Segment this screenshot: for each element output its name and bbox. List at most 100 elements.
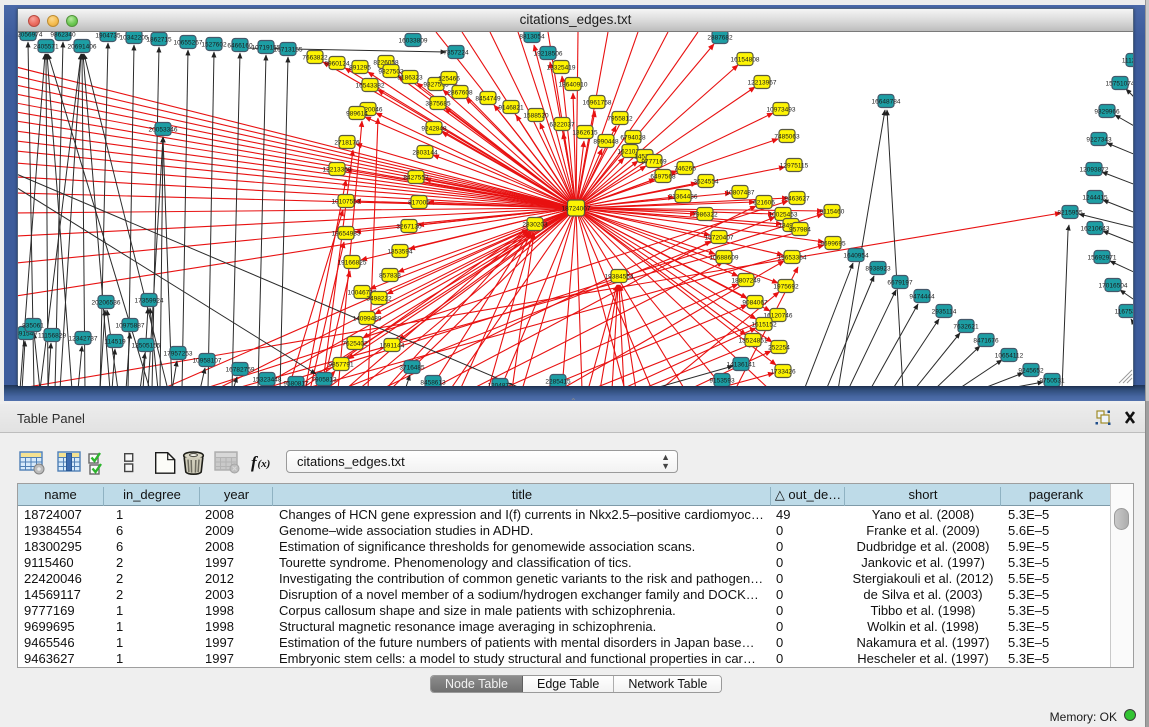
svg-text:9146821: 9146821 (498, 105, 524, 112)
svg-text:16033809: 16033809 (399, 38, 428, 45)
svg-text:9242848: 9242848 (421, 126, 447, 133)
svg-text:125466: 125466 (438, 76, 460, 83)
svg-text:1975692: 1975692 (773, 284, 799, 291)
svg-text:2867608: 2867608 (447, 90, 473, 97)
svg-text:18724007: 18724007 (562, 206, 591, 213)
svg-text:19218506: 19218506 (534, 51, 563, 58)
svg-text:15720407: 15720407 (705, 235, 734, 242)
svg-text:19166825: 19166825 (338, 260, 367, 267)
svg-text:2830203: 2830203 (522, 222, 548, 229)
svg-text:18640910: 18640910 (559, 82, 588, 89)
svg-text:14136141: 14136141 (727, 362, 756, 369)
svg-text:10973493: 10973493 (767, 107, 796, 114)
svg-text:8215955: 8215955 (1057, 210, 1083, 217)
svg-text:6497568: 6497568 (650, 174, 676, 181)
svg-text:16961758: 16961758 (583, 100, 612, 107)
svg-text:19653364: 19653364 (778, 255, 807, 262)
svg-text:11156829: 11156829 (38, 333, 66, 340)
svg-text:17359924: 17359924 (135, 298, 164, 305)
svg-text:12093872: 12093872 (1080, 167, 1109, 174)
svg-text:891295: 891295 (349, 65, 371, 72)
svg-text:20053346: 20053346 (149, 127, 178, 134)
svg-text:9227343: 9227343 (1086, 137, 1112, 144)
svg-text:8186323: 8186323 (397, 75, 423, 82)
svg-text:9699695: 9699695 (820, 241, 846, 248)
svg-text:621606: 621606 (753, 200, 775, 207)
svg-text:1904735: 1904735 (95, 33, 121, 40)
svg-text:(x): (x) (258, 458, 271, 470)
svg-text:7986322: 7986322 (692, 212, 718, 219)
svg-text:16210643: 16210643 (1081, 226, 1110, 233)
svg-text:989614: 989614 (346, 111, 368, 118)
svg-text:2405571: 2405571 (33, 44, 59, 51)
svg-text:1244415: 1244415 (1082, 195, 1108, 202)
svg-text:6794028: 6794028 (620, 135, 646, 142)
svg-text:2803144: 2803144 (412, 150, 438, 157)
svg-text:19654983: 19654983 (332, 231, 361, 238)
svg-text:16543382: 16543382 (356, 83, 385, 90)
svg-text:15323448: 15323448 (253, 377, 282, 384)
svg-text:1167533: 1167533 (1115, 309, 1133, 316)
svg-text:3498222: 3498222 (366, 296, 392, 303)
svg-text:10958107: 10958107 (193, 358, 222, 365)
svg-text:9115460: 9115460 (820, 209, 845, 216)
svg-text:1204875: 1204875 (487, 383, 513, 387)
svg-text:8454749: 8454749 (475, 96, 501, 103)
svg-text:6322037: 6322037 (549, 122, 575, 129)
svg-text:12213967: 12213967 (748, 80, 777, 87)
svg-text:19384554: 19384554 (605, 274, 634, 281)
svg-text:16648784: 16648784 (872, 99, 901, 106)
svg-text:17016504: 17016504 (1099, 283, 1128, 290)
svg-text:8813054: 8813054 (519, 34, 545, 41)
svg-text:9862340: 9862340 (50, 32, 76, 39)
svg-text:2935114: 2935114 (932, 309, 957, 316)
svg-text:1733426: 1733426 (770, 369, 796, 376)
svg-text:20206536: 20206536 (92, 300, 121, 307)
svg-text:10807487: 10807487 (726, 190, 755, 197)
svg-text:6679197: 6679197 (887, 280, 913, 287)
svg-text:1691144: 1691144 (380, 343, 405, 350)
svg-text:9245652: 9245652 (1018, 368, 1044, 375)
svg-text:16782759: 16782759 (226, 367, 255, 374)
svg-text:8990448: 8990448 (593, 139, 619, 146)
svg-text:1112483: 1112483 (1122, 58, 1133, 65)
svg-text:1862715: 1862715 (146, 37, 172, 44)
svg-text:21364436: 21364436 (669, 194, 698, 201)
svg-text:1353594: 1353594 (387, 249, 413, 256)
svg-text:8427552: 8427552 (403, 175, 429, 182)
svg-text:7625402: 7625402 (342, 341, 368, 348)
svg-text:8938923: 8938923 (865, 266, 891, 273)
svg-text:15751074: 15751074 (1106, 81, 1133, 88)
svg-text:10654112: 10654112 (995, 353, 1024, 360)
svg-text:817005: 817005 (408, 200, 430, 207)
svg-text:20691406: 20691406 (68, 44, 97, 51)
svg-text:9084067: 9084067 (742, 300, 768, 307)
svg-text:8458613: 8458613 (420, 380, 446, 387)
svg-text:3624554: 3624554 (693, 179, 719, 186)
svg-text:10975887: 10975887 (116, 323, 145, 330)
svg-text:2285415: 2285415 (545, 379, 571, 386)
svg-text:114519: 114519 (104, 339, 126, 346)
svg-text:1615152: 1615152 (751, 322, 777, 329)
svg-text:12975115: 12975115 (780, 163, 809, 170)
svg-text:10688609: 10688609 (710, 255, 739, 262)
svg-text:9474444: 9474444 (909, 294, 935, 301)
svg-text:13325419: 13325419 (547, 65, 576, 72)
svg-text:12213369: 12213369 (323, 167, 352, 174)
svg-text:3267130: 3267130 (396, 224, 422, 231)
svg-text:1640954: 1640954 (843, 253, 869, 260)
svg-text:12342737: 12342737 (69, 336, 98, 343)
svg-text:9153593: 9153593 (709, 378, 735, 385)
svg-text:7485063: 7485063 (774, 134, 800, 141)
svg-text:7632621: 7632621 (953, 324, 979, 331)
svg-text:9777169: 9777169 (641, 159, 667, 166)
svg-text:7905813: 7905813 (311, 377, 337, 384)
svg-text:13524851: 13524851 (739, 338, 768, 345)
svg-text:2887682: 2887682 (707, 35, 733, 42)
svg-text:16154808: 16154808 (731, 57, 760, 64)
svg-text:7955812: 7955812 (607, 116, 633, 123)
svg-text:9329966: 9329966 (1094, 109, 1120, 116)
svg-text:9750531: 9750531 (1039, 378, 1065, 385)
svg-text:12056974: 12056974 (18, 32, 43, 39)
svg-text:252254: 252254 (768, 345, 790, 352)
